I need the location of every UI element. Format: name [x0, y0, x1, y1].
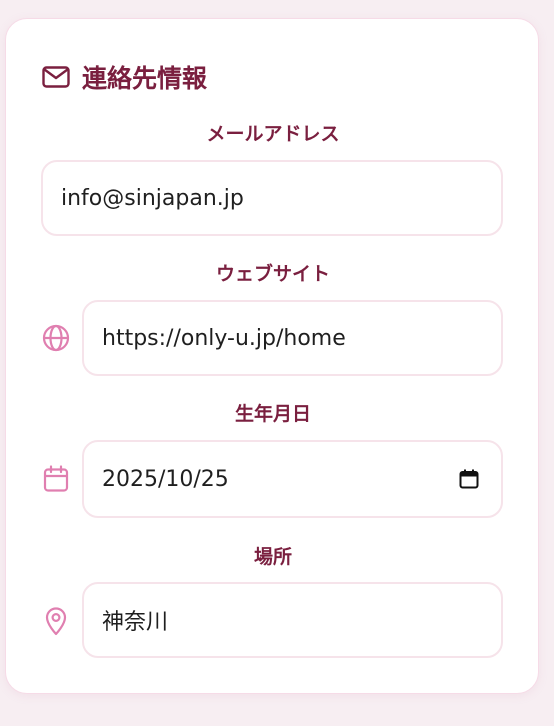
birthday-value: 2025/10/25 — [102, 466, 229, 492]
email-value: info@sinjapan.jp — [61, 185, 244, 211]
calendar-icon — [41, 464, 71, 494]
section-header: 連絡先情報 — [42, 59, 207, 95]
website-label: ウェブサイト — [215, 263, 330, 285]
birthday-label: 生年月日 — [234, 403, 311, 425]
location-field[interactable]: 神奈川 — [82, 582, 503, 658]
map-pin-icon — [41, 606, 71, 636]
email-label: メールアドレス — [206, 123, 340, 145]
email-field[interactable]: info@sinjapan.jp — [41, 160, 503, 236]
location-label: 場所 — [253, 546, 292, 568]
website-field[interactable]: https://only-u.jp/home — [82, 300, 503, 376]
globe-icon — [41, 323, 71, 353]
birthday-date-input[interactable]: 2025/10/25 — [82, 440, 503, 518]
section-title: 連絡先情報 — [82, 64, 208, 93]
mail-icon — [42, 66, 70, 88]
website-value: https://only-u.jp/home — [102, 325, 346, 351]
location-value: 神奈川 — [102, 610, 169, 635]
calendar-picker-icon[interactable] — [459, 469, 479, 489]
contact-info-card: 連絡先情報 メールアドレス info@sinjapan.jp ウェブサイト ht… — [5, 18, 539, 694]
